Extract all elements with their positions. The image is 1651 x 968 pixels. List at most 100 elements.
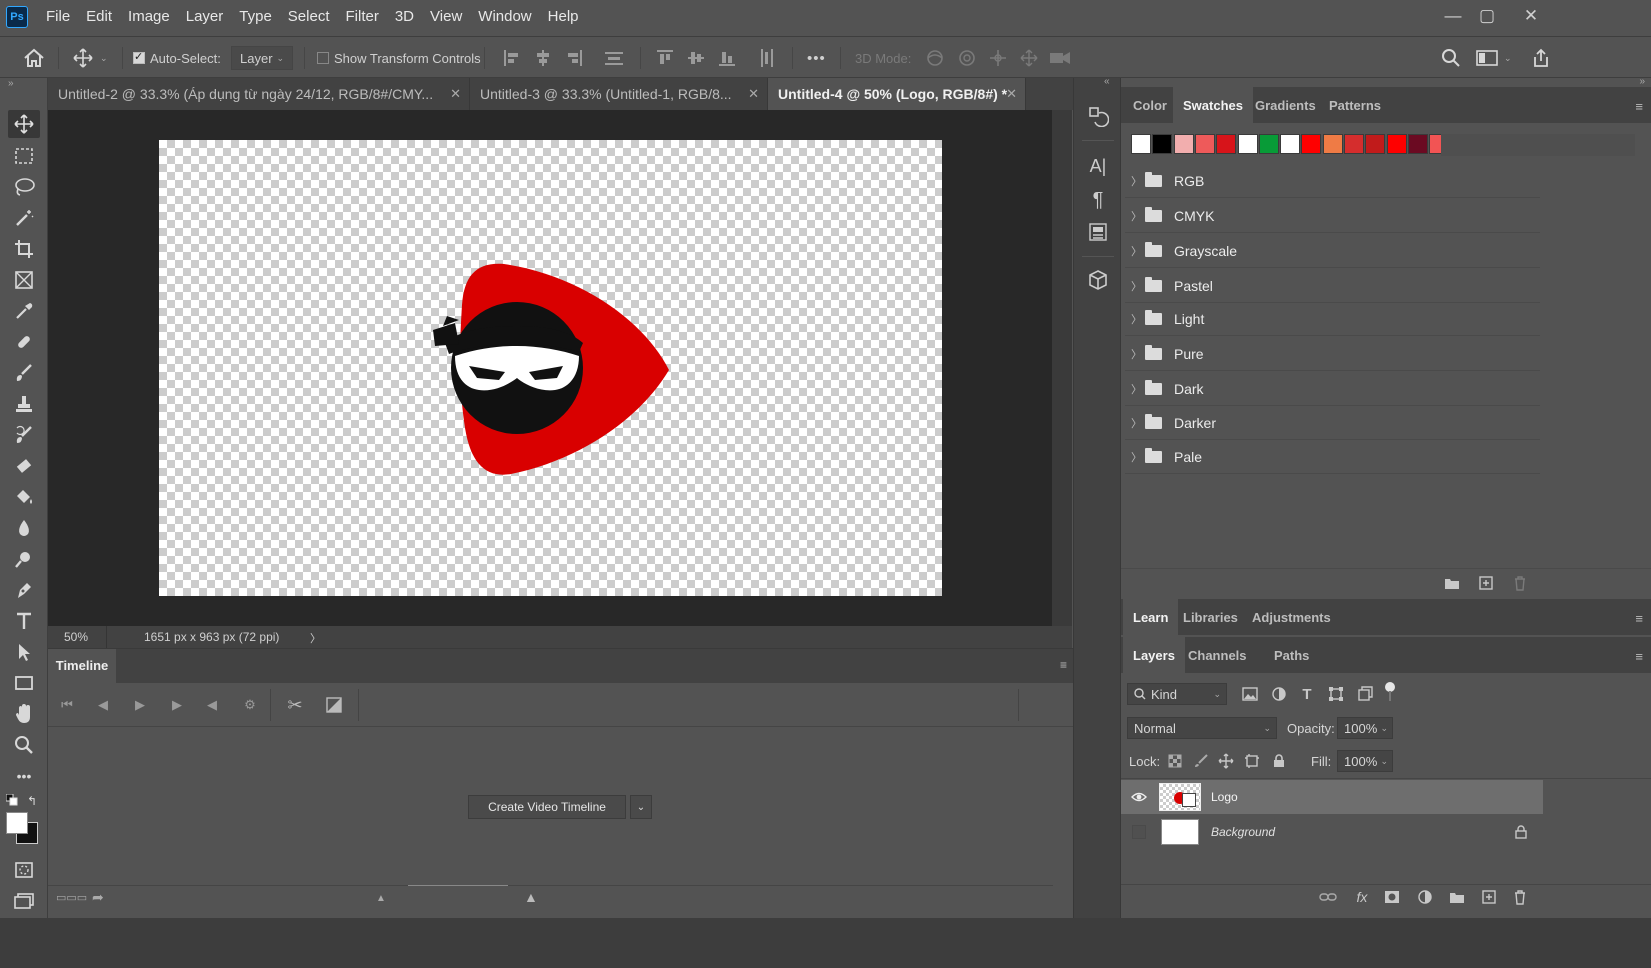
clone-stamp-icon[interactable] xyxy=(8,390,40,418)
filter-toggle-icon[interactable] xyxy=(1379,681,1401,703)
swatch-chip[interactable] xyxy=(1258,134,1279,154)
close-icon[interactable]: ✕ xyxy=(1006,86,1017,102)
paint-bucket-icon[interactable] xyxy=(8,483,40,511)
swatch-group-pastel[interactable]: 〉 Pastel xyxy=(1125,270,1540,303)
opacity-input[interactable]: 100% ⌄ xyxy=(1337,717,1393,739)
move-tool-icon[interactable] xyxy=(8,110,40,138)
play-icon[interactable]: ▶ xyxy=(130,695,150,715)
timeline-type-dropdown-chevron-icon[interactable]: ⌄ xyxy=(630,795,652,819)
swatch-group-darker[interactable]: 〉 Darker xyxy=(1125,407,1540,440)
align-bottom-icon[interactable] xyxy=(718,37,736,79)
playback-settings-gear-icon[interactable]: ⚙ xyxy=(240,695,260,715)
lock-position-move-icon[interactable] xyxy=(1215,750,1237,772)
crop-icon[interactable] xyxy=(8,235,40,263)
tab-libraries[interactable]: Libraries xyxy=(1173,599,1248,635)
blend-mode-dropdown[interactable]: Normal ⌄ xyxy=(1127,717,1277,739)
menu-view[interactable]: View xyxy=(422,0,470,34)
delete-swatch-trash-icon[interactable] xyxy=(1509,572,1531,594)
collapse-toolbar-icon[interactable]: » xyxy=(8,78,14,89)
document-canvas[interactable] xyxy=(159,140,942,596)
audio-icon[interactable]: ◀ xyxy=(202,695,222,715)
3d-roll-icon[interactable] xyxy=(957,37,977,79)
quick-mask-icon[interactable] xyxy=(8,856,40,884)
foreground-color-swatch[interactable] xyxy=(6,812,28,834)
link-layers-icon[interactable] xyxy=(1317,886,1339,908)
paragraph-panel-icon[interactable]: ¶ xyxy=(1084,186,1112,214)
align-hcenter-icon[interactable] xyxy=(534,37,552,79)
glyphs-panel-icon[interactable] xyxy=(1084,218,1112,246)
layer-row-background[interactable]: Background xyxy=(1121,815,1543,849)
render-video-icon[interactable]: ➦ xyxy=(92,889,104,906)
swatch-group-pale[interactable]: 〉 Pale xyxy=(1125,441,1540,474)
fill-input[interactable]: 100% ⌄ xyxy=(1337,750,1393,772)
swatch-chip[interactable] xyxy=(1131,134,1151,154)
close-window-button[interactable]: ✕ xyxy=(1514,4,1548,28)
align-vcenter-icon[interactable] xyxy=(687,37,705,79)
close-icon[interactable]: ✕ xyxy=(450,86,461,102)
menu-select[interactable]: Select xyxy=(280,0,338,34)
go-to-first-frame-icon[interactable]: ⏮ xyxy=(57,695,77,715)
split-scissors-icon[interactable]: ✂ xyxy=(285,695,305,715)
collapse-panels-icon[interactable]: » xyxy=(1639,76,1645,87)
history-brush-icon[interactable] xyxy=(8,421,40,449)
status-menu-chevron-icon[interactable]: 〉 xyxy=(310,630,321,646)
lock-all-icon[interactable] xyxy=(1268,750,1290,772)
visibility-toggle-empty[interactable] xyxy=(1121,825,1157,839)
filter-smart-objects-icon[interactable] xyxy=(1354,683,1376,705)
swatch-group-pure[interactable]: 〉 Pure xyxy=(1125,338,1540,371)
swatch-group-rgb[interactable]: 〉 RGB xyxy=(1125,165,1540,198)
new-swatch-icon[interactable] xyxy=(1475,572,1497,594)
show-transform-checkbox[interactable]: Show Transform Controls xyxy=(317,37,481,79)
doc-tab-untitled-2[interactable]: Untitled-2 @ 33.3% (Áp dụng từ ngày 24/1… xyxy=(48,78,470,110)
create-video-timeline-button[interactable]: Create Video Timeline xyxy=(468,795,626,819)
tab-paths[interactable]: Paths xyxy=(1264,637,1319,673)
default-colors-icon[interactable] xyxy=(6,794,18,806)
home-icon[interactable] xyxy=(22,37,46,79)
new-group-folder-icon[interactable] xyxy=(1441,572,1463,594)
align-top-icon[interactable] xyxy=(656,37,674,79)
tab-adjustments[interactable]: Adjustments xyxy=(1242,599,1341,635)
filter-pixel-layers-icon[interactable] xyxy=(1239,683,1261,705)
add-mask-icon[interactable] xyxy=(1381,886,1403,908)
eyedropper-icon[interactable] xyxy=(8,297,40,325)
tab-color[interactable]: Color xyxy=(1123,87,1177,123)
filter-type-layers-icon[interactable]: T xyxy=(1296,683,1318,705)
menu-window[interactable]: Window xyxy=(470,0,539,34)
character-panel-icon[interactable]: A| xyxy=(1084,152,1112,180)
eye-visibility-icon[interactable] xyxy=(1121,792,1157,802)
swatch-chip[interactable] xyxy=(1344,134,1364,154)
workspace-icon[interactable]: ⌄ xyxy=(1476,37,1512,79)
lock-artboard-icon[interactable] xyxy=(1241,750,1263,772)
swatch-chip[interactable] xyxy=(1322,134,1343,154)
panel-menu-icon[interactable]: ≡ xyxy=(1635,99,1643,114)
zoom-out-timeline-icon[interactable]: ▲ xyxy=(376,893,386,904)
menu-help[interactable]: Help xyxy=(540,0,587,34)
eraser-icon[interactable] xyxy=(8,452,40,480)
delete-layer-trash-icon[interactable] xyxy=(1509,886,1531,908)
3d-panel-icon[interactable] xyxy=(1084,266,1112,294)
swatch-chip[interactable] xyxy=(1194,134,1215,154)
3d-slide-icon[interactable] xyxy=(1019,37,1039,79)
swatch-chip[interactable] xyxy=(1237,134,1258,154)
search-icon[interactable] xyxy=(1441,37,1461,79)
3d-pan-icon[interactable] xyxy=(988,37,1008,79)
zoom-in-timeline-icon[interactable]: ▲ xyxy=(524,889,538,905)
lock-transparent-pixels-icon[interactable] xyxy=(1164,750,1186,772)
magic-wand-icon[interactable] xyxy=(8,204,40,232)
swatch-chip[interactable] xyxy=(1301,134,1322,154)
menu-3d[interactable]: 3D xyxy=(387,0,422,34)
timeline-zoom-slider[interactable] xyxy=(408,885,508,889)
layer-style-fx-icon[interactable]: fx xyxy=(1351,886,1373,908)
ninja-logo-artwork[interactable] xyxy=(159,140,942,596)
tab-channels[interactable]: Channels xyxy=(1178,637,1257,673)
swatch-chip[interactable] xyxy=(1216,134,1237,154)
frame-tool-icon[interactable] xyxy=(8,266,40,294)
screen-mode-icon[interactable] xyxy=(8,887,40,915)
rectangle-tool-icon[interactable] xyxy=(8,669,40,697)
blur-icon[interactable] xyxy=(8,514,40,542)
doc-tab-untitled-3[interactable]: Untitled-3 @ 33.3% (Untitled-1, RGB/8...… xyxy=(470,78,768,110)
menu-file[interactable]: File xyxy=(38,0,78,34)
dodge-icon[interactable] xyxy=(8,545,40,573)
menu-type[interactable]: Type xyxy=(231,0,280,34)
menu-filter[interactable]: Filter xyxy=(338,0,387,34)
